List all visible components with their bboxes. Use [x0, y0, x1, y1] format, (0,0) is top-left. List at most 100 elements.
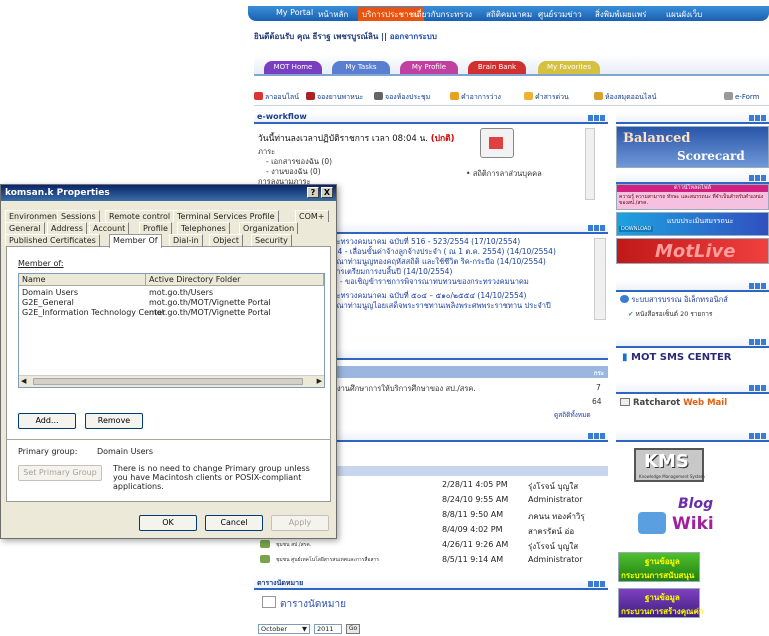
tab-security[interactable]: Security	[251, 234, 292, 246]
nav-about[interactable]: เกี่ยวกับกระทรวง	[414, 8, 472, 21]
logout-link[interactable]: ออกจากระบบ	[390, 32, 437, 41]
panel-controls-icon[interactable]	[588, 225, 606, 231]
kms-banner[interactable]: KMS Knowledge Management System	[634, 448, 705, 482]
horizontal-scrollbar[interactable]: ◀ ▶	[19, 375, 324, 387]
calendar-title: ตารางนัดหมาย	[280, 599, 346, 610]
news-item[interactable]: 54 - ขอเชิญข้าราชการพิจารณาทบทวนของกระทร…	[328, 276, 529, 288]
nav-my-portal[interactable]: My Portal	[276, 8, 313, 17]
tab-general[interactable]: General	[5, 222, 45, 234]
board-header	[328, 348, 608, 360]
panel-controls-icon[interactable]	[749, 283, 767, 289]
nav-news[interactable]: ศูนย์รวมข่าว	[538, 8, 582, 21]
group-folder[interactable]: mot.go.th/MOT/Vignette Portal	[149, 308, 271, 317]
tab-brain-bank[interactable]: Brain Bank	[468, 61, 526, 74]
tab-member-of[interactable]: Member Of	[109, 234, 162, 248]
tab-profile[interactable]: Profile	[139, 222, 172, 234]
download-banner[interactable]: ดาวน์โหลดไฟล์ ความรู้ ความสามารถ ทักษะ แ…	[616, 184, 769, 210]
nav-publications[interactable]: สิ่งพิมพ์เผยแพร่	[595, 8, 646, 21]
help-button[interactable]: ?	[307, 187, 319, 198]
tab-sessions[interactable]: Sessions	[57, 210, 100, 222]
group-folder[interactable]: mot.go.th/MOT/Vignette Portal	[149, 298, 271, 307]
panel-controls-icon[interactable]	[749, 385, 767, 391]
tab-environment[interactable]: Environment	[5, 210, 65, 222]
tab-my-favorites[interactable]: My Favorites	[538, 61, 600, 74]
shortcut-meeting-room[interactable]: จองห้องประชุม	[374, 92, 430, 103]
panel-controls-icon[interactable]	[749, 433, 767, 439]
panel-controls-icon[interactable]	[749, 115, 767, 121]
workflow-scrollbar[interactable]	[585, 128, 595, 200]
panel-controls-icon[interactable]	[588, 433, 606, 439]
nav-stats[interactable]: สถิติคมนาคม	[486, 8, 532, 21]
scroll-right-icon[interactable]: ▶	[317, 377, 322, 385]
month-select[interactable]: October ▼	[258, 624, 310, 634]
document-title[interactable]: ชุมชน ศูนย์เทคโนโลยีสารสนเทศและการสื่อสา…	[276, 556, 379, 564]
shortcut-leave[interactable]: ลาออนไลน์	[254, 92, 299, 103]
document-date: 4/26/11 9:26 AM	[442, 540, 509, 549]
apply-button[interactable]: Apply	[271, 515, 329, 531]
tab-remote-control[interactable]: Remote control	[105, 210, 175, 222]
balanced-scorecard-banner[interactable]: Balanced Scorecard	[616, 126, 769, 168]
column-name[interactable]: Name	[19, 274, 146, 286]
sms-center-link[interactable]: ▮ MOT SMS CENTER	[622, 352, 731, 363]
board-more-link[interactable]: ดูสถิติทั้งหมด	[554, 410, 591, 420]
right-panel-header	[616, 172, 769, 184]
shortcut-urgent[interactable]: คำสารด่วน	[524, 92, 569, 103]
support-db-banner[interactable]: ฐานข้อมูล กระบวนการสนับสนุน	[618, 552, 700, 582]
cancel-button[interactable]: Cancel	[205, 515, 263, 531]
group-name[interactable]: G2E_General	[22, 298, 74, 307]
ok-button[interactable]: OK	[139, 515, 197, 531]
tab-my-tasks[interactable]: My Tasks	[332, 61, 390, 74]
tab-com-[interactable]: COM+	[295, 210, 329, 222]
close-button[interactable]: X	[321, 187, 333, 198]
group-name[interactable]: G2E_Information Technology Center	[22, 308, 165, 317]
news-scrollbar[interactable]	[594, 238, 606, 320]
panel-controls-icon[interactable]	[588, 581, 606, 587]
wiki-link[interactable]: Wiki	[672, 514, 714, 534]
shortcut-vehicle[interactable]: จองยานพาหนะ	[306, 92, 363, 103]
add-button[interactable]: Add...	[18, 413, 76, 429]
tab-dial-in[interactable]: Dial-in	[169, 234, 203, 246]
shortcut-library[interactable]: ห้องสมุดออนไลน์	[594, 92, 656, 103]
blog-link[interactable]: Blog	[678, 496, 713, 512]
tab-mot-home[interactable]: MOT Home	[264, 61, 322, 74]
board-row[interactable]: ผลงานศึกษาการให้บริการศึกษาของ สป./สรค.	[328, 383, 476, 395]
tab-terminal-services-profile[interactable]: Terminal Services Profile	[173, 210, 279, 222]
panel-controls-icon[interactable]	[588, 115, 606, 121]
tab-object[interactable]: Object	[209, 234, 244, 246]
tab-my-profile[interactable]: My Profile	[400, 61, 458, 74]
value-db-banner[interactable]: ฐานข้อมูล กระบวนการสร้างคุณค่า	[618, 588, 703, 618]
webmail-link[interactable]: Ratcharot Web Mail	[620, 398, 727, 408]
top-navigation: My Portal หน้าหลัก บริการประชาชน เกี่ยวก…	[248, 6, 769, 21]
tab-account[interactable]: Account	[89, 222, 130, 234]
group-folder[interactable]: mot.go.th/Users	[149, 288, 213, 297]
member-of-list[interactable]: Name Active Directory Folder Domain User…	[18, 273, 325, 388]
document-title[interactable]: ชุมชน สป./สรค.	[276, 541, 311, 549]
tab-telephones[interactable]: Telephones	[177, 222, 230, 234]
shortcut-vacancy[interactable]: คำอาการว่าง	[450, 92, 501, 103]
nav-sitemap[interactable]: แผนผังเว็บ	[666, 8, 702, 21]
dialog-title-bar[interactable]: komsan.k Properties ? X	[1, 185, 336, 201]
motlive-banner[interactable]: MotLive	[616, 238, 769, 264]
news-item[interactable]: ธุรณาท่ามนูญไอยเสด็จพระราชทานเพลิงพระศพพ…	[328, 300, 551, 312]
tab-published-certificates[interactable]: Published Certificates	[5, 234, 100, 246]
column-folder[interactable]: Active Directory Folder	[146, 274, 324, 286]
set-primary-group-button[interactable]: Set Primary Group	[18, 465, 102, 481]
computer-icon	[638, 512, 666, 534]
assessment-banner[interactable]: DOWNLOAD แบบประเมินสมรรถนะ	[616, 212, 769, 236]
tab-address[interactable]: Address	[47, 222, 87, 234]
document-icon	[260, 540, 270, 548]
remove-button[interactable]: Remove	[85, 413, 143, 429]
nav-home[interactable]: หน้าหลัก	[318, 8, 348, 21]
panel-controls-icon[interactable]	[749, 339, 767, 345]
scroll-thumb[interactable]	[33, 378, 303, 385]
panel-controls-icon[interactable]	[749, 175, 767, 181]
ebook-pending[interactable]: ✔ หนังสือรอเซ็นต์ 20 รายการ	[628, 309, 712, 319]
year-input[interactable]: 2011	[314, 624, 342, 634]
calendar-go-button[interactable]: Go	[346, 624, 360, 634]
shortcut-eform[interactable]: e-Form	[724, 92, 759, 101]
group-name[interactable]: Domain Users	[22, 288, 78, 297]
leave-stat-link[interactable]: • สถิติการลาส่วนบุคคล	[466, 168, 542, 180]
scroll-left-icon[interactable]: ◀	[21, 377, 26, 385]
ebook-link[interactable]: ระบบสารบรรณ อิเล็กทรอนิกส์	[620, 294, 728, 306]
tab-organization[interactable]: Organization	[239, 222, 299, 234]
